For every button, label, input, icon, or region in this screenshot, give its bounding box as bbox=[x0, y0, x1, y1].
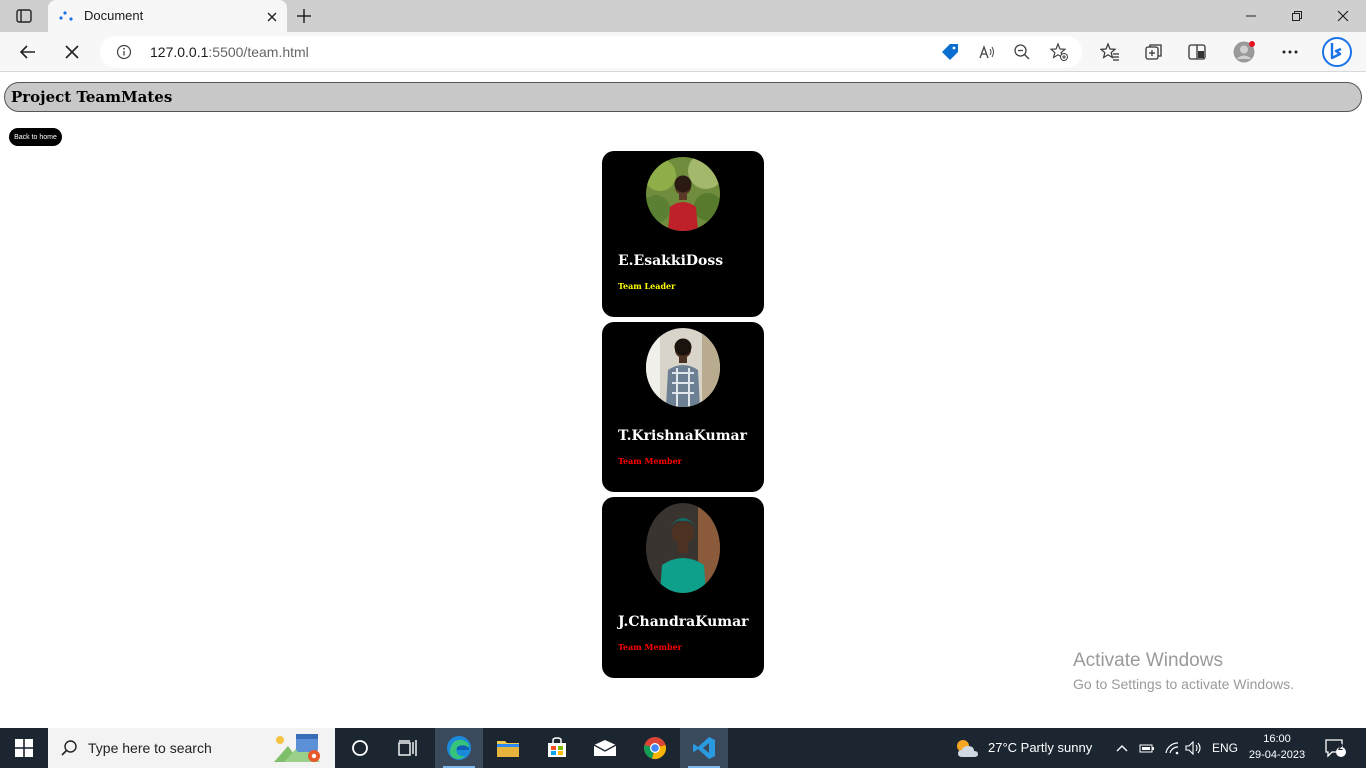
coupon-tag-icon[interactable] bbox=[940, 42, 960, 62]
split-screen-icon[interactable] bbox=[1183, 38, 1211, 66]
member-name: J.ChandraKumar bbox=[618, 614, 749, 630]
avatar bbox=[646, 157, 720, 231]
add-favorite-icon[interactable] bbox=[1049, 42, 1069, 62]
language-indicator[interactable]: ENG bbox=[1212, 741, 1238, 755]
browser-tab-strip: Document bbox=[0, 0, 1366, 32]
watermark-title: Activate Windows bbox=[1073, 650, 1223, 671]
restore-icon[interactable] bbox=[1274, 0, 1320, 32]
browser-tab[interactable]: Document bbox=[48, 0, 287, 32]
member-role: Team Member bbox=[618, 642, 682, 652]
url-text[interactable]: 127.0.0.1:5500/team.html bbox=[150, 44, 309, 60]
back-arrow-icon[interactable] bbox=[14, 38, 42, 66]
team-member-card: E.EsakkiDoss Team Leader bbox=[602, 151, 764, 317]
file-explorer-icon[interactable] bbox=[484, 728, 532, 768]
read-aloud-icon[interactable] bbox=[977, 42, 997, 62]
page-content: Project TeamMates Back to home E.EsakkiD… bbox=[0, 73, 1366, 728]
taskbar-search-box[interactable]: Type here to search bbox=[48, 728, 335, 768]
minimize-icon[interactable] bbox=[1228, 0, 1274, 32]
clock-time: 16:00 bbox=[1263, 733, 1291, 745]
team-member-card: J.ChandraKumar Team Member bbox=[602, 497, 764, 678]
taskbar: Type here to search 27°C Partly sunny EN… bbox=[0, 728, 1366, 768]
browser-toolbar: 127.0.0.1:5500/team.html bbox=[0, 32, 1366, 72]
watermark-subtitle: Go to Settings to activate Windows. bbox=[1073, 676, 1294, 692]
close-window-icon[interactable] bbox=[1320, 0, 1366, 32]
stop-loading-icon[interactable] bbox=[58, 38, 86, 66]
page-title: Project TeamMates bbox=[11, 88, 173, 106]
favorites-icon[interactable] bbox=[1096, 38, 1124, 66]
member-name: T.KrishnaKumar bbox=[618, 428, 747, 444]
windows-start-icon[interactable] bbox=[0, 728, 48, 768]
clock-date: 29-04-2023 bbox=[1248, 749, 1306, 761]
cortana-icon[interactable] bbox=[336, 728, 384, 768]
volume-icon[interactable] bbox=[1184, 728, 1204, 768]
tab-actions-icon[interactable] bbox=[10, 6, 38, 26]
bing-chat-icon[interactable] bbox=[1320, 35, 1354, 69]
search-placeholder: Type here to search bbox=[88, 740, 212, 756]
member-role: Team Member bbox=[618, 456, 682, 466]
edge-browser-icon[interactable] bbox=[435, 728, 483, 768]
search-highlight-icon bbox=[270, 732, 326, 768]
loading-icon bbox=[58, 9, 74, 23]
address-bar[interactable]: 127.0.0.1:5500/team.html bbox=[100, 36, 1082, 68]
avatar bbox=[646, 328, 720, 407]
mail-icon[interactable] bbox=[581, 728, 629, 768]
microsoft-store-icon[interactable] bbox=[533, 728, 581, 768]
more-options-icon[interactable] bbox=[1276, 38, 1304, 66]
activate-windows-watermark: Activate Windows Go to Settings to activ… bbox=[1073, 650, 1294, 692]
new-tab-icon[interactable] bbox=[294, 6, 316, 26]
notification-count: 2 bbox=[1338, 742, 1344, 752]
collections-icon[interactable] bbox=[1140, 38, 1168, 66]
page-header: Project TeamMates bbox=[4, 82, 1362, 112]
info-icon[interactable] bbox=[116, 44, 132, 60]
avatar bbox=[646, 503, 720, 593]
weather-icon[interactable] bbox=[952, 728, 982, 768]
team-member-card: T.KrishnaKumar Team Member bbox=[602, 322, 764, 492]
vscode-icon[interactable] bbox=[680, 728, 728, 768]
close-tab-icon[interactable] bbox=[265, 9, 279, 23]
window-controls bbox=[1228, 0, 1366, 32]
weather-text[interactable]: 27°C Partly sunny bbox=[988, 740, 1092, 755]
zoom-out-icon[interactable] bbox=[1012, 42, 1032, 62]
wifi-icon[interactable] bbox=[1162, 728, 1182, 768]
member-name: E.EsakkiDoss bbox=[618, 253, 724, 269]
tab-title: Document bbox=[84, 8, 144, 23]
task-view-icon[interactable] bbox=[384, 728, 432, 768]
battery-icon[interactable] bbox=[1137, 728, 1157, 768]
notifications-icon[interactable]: 2 bbox=[1320, 728, 1350, 768]
member-role: Team Leader bbox=[618, 281, 676, 291]
back-to-home-button[interactable]: Back to home bbox=[9, 128, 62, 146]
show-hidden-icons-icon[interactable] bbox=[1113, 728, 1131, 768]
clock[interactable]: 16:00 29-04-2023 bbox=[1244, 731, 1310, 763]
search-icon bbox=[60, 739, 78, 761]
chrome-icon[interactable] bbox=[631, 728, 679, 768]
profile-avatar-icon[interactable] bbox=[1230, 38, 1258, 66]
